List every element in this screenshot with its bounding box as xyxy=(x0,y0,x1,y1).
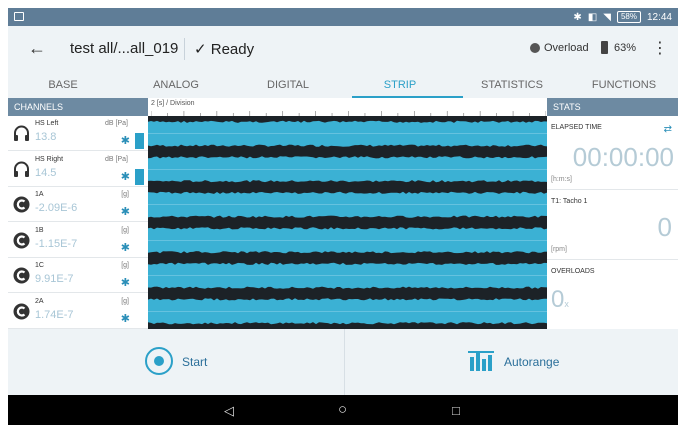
check-icon: ✓ xyxy=(194,41,207,58)
overload-indicator-icon xyxy=(530,43,540,53)
stat-overloads: OVERLOADS 0x xyxy=(547,260,678,329)
sensor-c-icon xyxy=(13,196,30,213)
channel-value: 13.8 xyxy=(35,131,57,143)
vibrate-icon: ◧ xyxy=(587,11,598,23)
back-arrow-icon[interactable]: ← xyxy=(28,38,46,59)
sensor-c-icon xyxy=(13,232,30,248)
status-icons: ✱ ◧ ◥ 58% 12:44 xyxy=(573,11,672,23)
channel-value: -1.15E-7 xyxy=(35,237,78,250)
stat-tacho: T1: Tacho 1 0 [rpm] xyxy=(547,190,678,260)
app-bar: ← test all/...all_019 ✓ Ready Overload 6… xyxy=(8,26,678,72)
channel-unit: [g] xyxy=(121,297,129,305)
wifi-icon: ◥ xyxy=(603,11,611,23)
action-bar: Start Autorange xyxy=(8,329,678,395)
nav-recents-icon[interactable]: □ xyxy=(452,403,460,418)
stats-header: STATS xyxy=(547,98,678,116)
status-label: ✓ Ready xyxy=(194,40,254,58)
nav-home-icon[interactable]: ○ xyxy=(338,401,347,418)
channel-row[interactable]: 1C 9.91E-7 [g] ✱ xyxy=(8,258,148,293)
tacho-label: T1: Tacho 1 xyxy=(551,198,588,205)
sensor-c-icon xyxy=(13,303,30,319)
system-nav-bar: ◁ ○ □ xyxy=(8,395,678,425)
strip-time-axis: 2 [s] / Division xyxy=(148,98,547,116)
elapsed-time-value: 00:00:00 xyxy=(572,142,674,172)
swap-icon[interactable]: ⇄ xyxy=(664,124,672,135)
channel-value: 1.74E-7 xyxy=(35,308,74,321)
autorange-bars-icon[interactable] xyxy=(468,349,494,371)
channel-value: 14.5 xyxy=(35,166,57,179)
sensor-c-icon xyxy=(13,267,30,284)
clock: 12:44 xyxy=(646,11,672,23)
battery-badge: 58% xyxy=(616,11,641,23)
tab-analog[interactable]: ANALOG xyxy=(153,79,199,91)
channel-value: 9.91E-7 xyxy=(35,273,74,285)
channel-row[interactable]: HS Left 13.8 dB [Pa] ✱ xyxy=(8,116,148,151)
channel-unit: [g] xyxy=(121,226,129,234)
nav-back-icon[interactable]: ◁ xyxy=(224,403,234,419)
tacho-value: 0 xyxy=(657,212,672,242)
channel-name: HS Left xyxy=(35,120,59,127)
notification-icon xyxy=(14,12,24,21)
headphones-icon xyxy=(14,125,29,141)
tab-digital[interactable]: DIGITAL xyxy=(267,79,309,91)
elapsed-time-label: ELAPSED TIME xyxy=(551,124,602,131)
gear-icon[interactable]: ✱ xyxy=(121,312,130,325)
tab-functions[interactable]: FUNCTIONS xyxy=(592,79,656,91)
channel-name: 1A xyxy=(35,191,44,198)
tacho-unit: [rpm] xyxy=(551,246,567,253)
overloads-label: OVERLOADS xyxy=(551,268,595,275)
title-divider xyxy=(184,38,185,60)
overload-label: Overload xyxy=(544,42,589,54)
channels-header: CHANNELS xyxy=(8,98,148,116)
channel-name: 2A xyxy=(35,297,44,305)
channel-name: 1C xyxy=(35,262,44,269)
channel-unit: [g] xyxy=(121,191,129,198)
system-status-bar: ✱ ◧ ◥ 58% 12:44 xyxy=(8,8,678,26)
bluetooth-icon: ✱ xyxy=(573,11,582,23)
channel-unit: [g] xyxy=(121,262,129,269)
autorange-button[interactable]: Autorange xyxy=(504,355,559,369)
status-text: Ready xyxy=(210,41,255,58)
channel-unit: dB [Pa] xyxy=(105,120,128,127)
channel-row[interactable]: 2A 1.74E-7 [g] ✱ xyxy=(8,293,148,329)
channel-row[interactable]: 1B -1.15E-7 [g] ✱ xyxy=(8,222,148,258)
gear-icon[interactable]: ✱ xyxy=(121,134,130,147)
level-bar xyxy=(135,133,144,149)
tab-statistics[interactable]: STATISTICS xyxy=(481,79,543,91)
page-title: test all/...all_019 xyxy=(70,40,179,57)
channel-name: 1B xyxy=(35,226,44,234)
stat-elapsed-time: ELAPSED TIME ⇄ 00:00:00 [h:m:s] xyxy=(547,116,678,190)
strip-waveforms xyxy=(148,120,547,325)
overloads-value: 0x xyxy=(551,286,569,314)
channel-row[interactable]: HS Right 14.5 dB [Pa] ✱ xyxy=(8,151,148,187)
channel-value: -2.09E-6 xyxy=(35,202,78,214)
overloads-count: 0 xyxy=(551,286,565,313)
channel-row[interactable]: 1A -2.09E-6 [g] ✱ xyxy=(8,187,148,222)
gear-icon[interactable]: ✱ xyxy=(121,170,130,183)
channel-name: HS Right xyxy=(35,155,64,163)
elapsed-time-unit: [h:m:s] xyxy=(551,176,573,183)
overloads-subscript: x xyxy=(564,299,569,309)
tab-strip[interactable]: STRIP xyxy=(384,79,416,91)
strip-chart[interactable] xyxy=(148,116,547,329)
gear-icon[interactable]: ✱ xyxy=(121,205,130,218)
tab-base[interactable]: BASE xyxy=(48,79,77,91)
gear-icon[interactable]: ✱ xyxy=(121,276,130,289)
division-label: 2 [s] / Division xyxy=(151,100,195,107)
battery-icon xyxy=(601,41,608,54)
headphones-icon xyxy=(14,161,29,177)
start-button[interactable]: Start xyxy=(182,355,207,369)
channel-unit: dB [Pa] xyxy=(105,155,128,163)
battery-percent: 63% xyxy=(614,42,637,54)
gear-icon[interactable]: ✱ xyxy=(121,241,130,254)
action-divider xyxy=(344,329,345,395)
tab-bar: BASE ANALOG DIGITAL STRIP STATISTICS FUN… xyxy=(8,72,678,98)
level-bar xyxy=(135,168,144,185)
record-icon[interactable] xyxy=(145,347,173,375)
more-vert-icon[interactable]: ⋮ xyxy=(652,38,668,58)
